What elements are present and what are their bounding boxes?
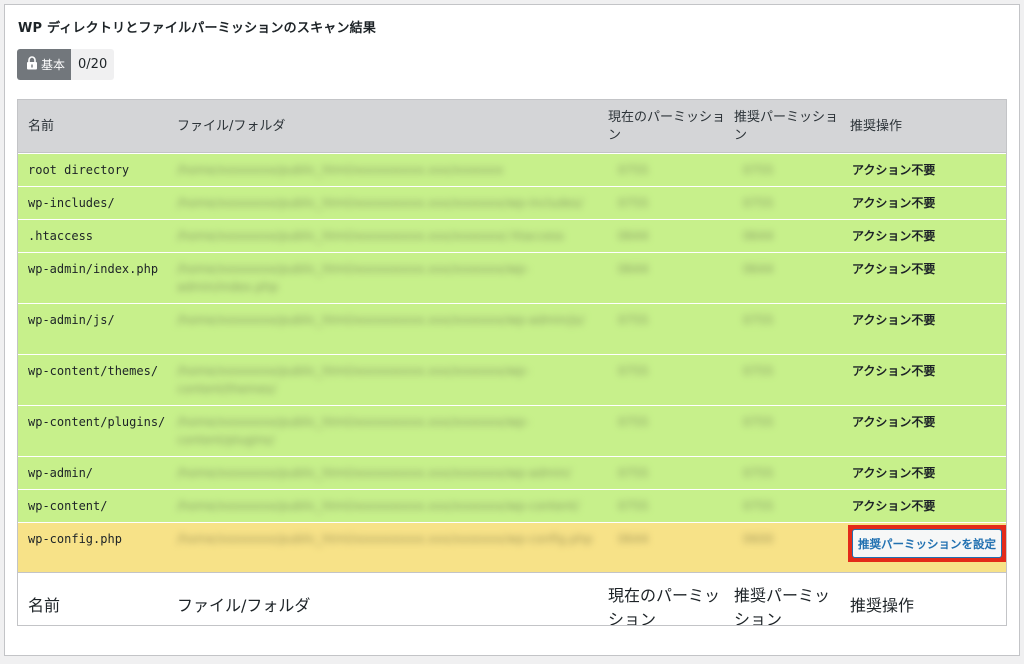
row-current-permission-redacted: 0755	[618, 313, 649, 327]
col-footer-action: 推奨操作	[850, 596, 915, 615]
row-recommended-permission-redacted: 0755	[743, 499, 774, 513]
row-path-redacted: /home/xxxxxxxx/public_html/xxxxxxxxxx.xx…	[177, 532, 593, 546]
row-recommended-permission-redacted: 0755	[743, 466, 774, 480]
table-footer: 名前 ファイル/フォルダ 現在のパーミッション 推奨パーミッション 推奨操作	[18, 572, 1006, 626]
table-row: wp-content/plugins//home/xxxxxxxx/public…	[18, 405, 1006, 456]
set-recommended-permission-button[interactable]: 推奨パーミッションを設定	[848, 525, 1006, 562]
table-row: wp-admin//home/xxxxxxxx/public_html/xxxx…	[18, 456, 1006, 489]
set-recommended-permission-label: 推奨パーミッションを設定	[852, 529, 1002, 558]
row-current-permission-redacted: 0755	[618, 364, 649, 378]
table-row: wp-config.php/home/xxxxxxxx/public_html/…	[18, 522, 1006, 572]
row-current-permission-redacted: 0644	[618, 262, 649, 276]
status-badge: 基本	[17, 49, 72, 80]
row-current-permission-redacted: 0755	[618, 196, 649, 210]
row-recommended-permission-redacted: 0755	[743, 196, 774, 210]
row-current-permission-redacted: 0644	[618, 532, 649, 546]
col-footer-recommended: 推奨パーミッション	[734, 586, 831, 626]
status-count: 0/20	[71, 49, 115, 80]
row-recommended-permission-redacted: 0755	[743, 163, 774, 177]
row-path-redacted: /home/xxxxxxxx/public_html/xxxxxxxxxx.xx…	[177, 163, 504, 177]
row-recommended-permission-redacted: 0755	[743, 415, 774, 429]
row-recommended-permission-redacted: 0644	[743, 262, 774, 276]
table-header: 名前 ファイル/フォルダ 現在のパーミッション 推奨パーミッション 推奨操作	[18, 100, 1006, 153]
row-current-permission-redacted: 0755	[618, 415, 649, 429]
row-path-redacted: /home/xxxxxxxx/public_html/xxxxxxxxxx.xx…	[177, 466, 571, 480]
table-row: wp-admin/js//home/xxxxxxxx/public_html/x…	[18, 303, 1006, 354]
table-row: wp-admin/index.php/home/xxxxxxxx/public_…	[18, 252, 1006, 303]
lock-icon	[26, 56, 38, 73]
permissions-table: 名前 ファイル/フォルダ 現在のパーミッション 推奨パーミッション 推奨操作 r…	[17, 99, 1007, 626]
row-current-permission-redacted: 0644	[618, 229, 649, 243]
table-row: .htaccess/home/xxxxxxxx/public_html/xxxx…	[18, 219, 1006, 252]
table-row: wp-includes//home/xxxxxxxx/public_html/x…	[18, 186, 1006, 219]
security-status: 基本 0/20	[17, 49, 115, 80]
row-recommended-permission-redacted: 0755	[743, 364, 774, 378]
col-footer-name: 名前	[28, 596, 61, 615]
row-path-redacted: /home/xxxxxxxx/public_html/xxxxxxxxxx.xx…	[177, 415, 530, 447]
row-path-redacted: /home/xxxxxxxx/public_html/xxxxxxxxxx.xx…	[177, 313, 585, 327]
row-path-redacted: /home/xxxxxxxx/public_html/xxxxxxxxxx.xx…	[177, 499, 580, 513]
table-row: root directory/home/xxxxxxxx/public_html…	[18, 153, 1006, 186]
row-recommended-permission-redacted: 0755	[743, 313, 774, 327]
row-path-redacted: /home/xxxxxxxx/public_html/xxxxxxxxxx.xx…	[177, 229, 564, 243]
row-path-redacted: /home/xxxxxxxx/public_html/xxxxxxxxxx.xx…	[177, 364, 530, 396]
col-footer-current: 現在のパーミッション	[608, 586, 721, 626]
status-badge-label: 基本	[41, 58, 66, 72]
row-recommended-permission-redacted: 0600	[743, 532, 774, 546]
row-recommended-permission-redacted: 0644	[743, 229, 774, 243]
table-row: wp-content/themes//home/xxxxxxxx/public_…	[18, 354, 1006, 405]
scan-results-panel: WP ディレクトリとファイルパーミッションのスキャン結果 基本 0/20 名前 …	[4, 4, 1020, 656]
table-row: wp-content//home/xxxxxxxx/public_html/xx…	[18, 489, 1006, 522]
col-footer-path: ファイル/フォルダ	[177, 596, 311, 615]
row-path-redacted: /home/xxxxxxxx/public_html/xxxxxxxxxx.xx…	[177, 196, 583, 210]
row-path-redacted: /home/xxxxxxxx/public_html/xxxxxxxxxx.xx…	[177, 262, 530, 294]
row-current-permission-redacted: 0755	[618, 499, 649, 513]
row-current-permission-redacted: 0755	[618, 466, 649, 480]
row-current-permission-redacted: 0755	[618, 163, 649, 177]
page-title: WP ディレクトリとファイルパーミッションのスキャン結果	[18, 21, 377, 36]
